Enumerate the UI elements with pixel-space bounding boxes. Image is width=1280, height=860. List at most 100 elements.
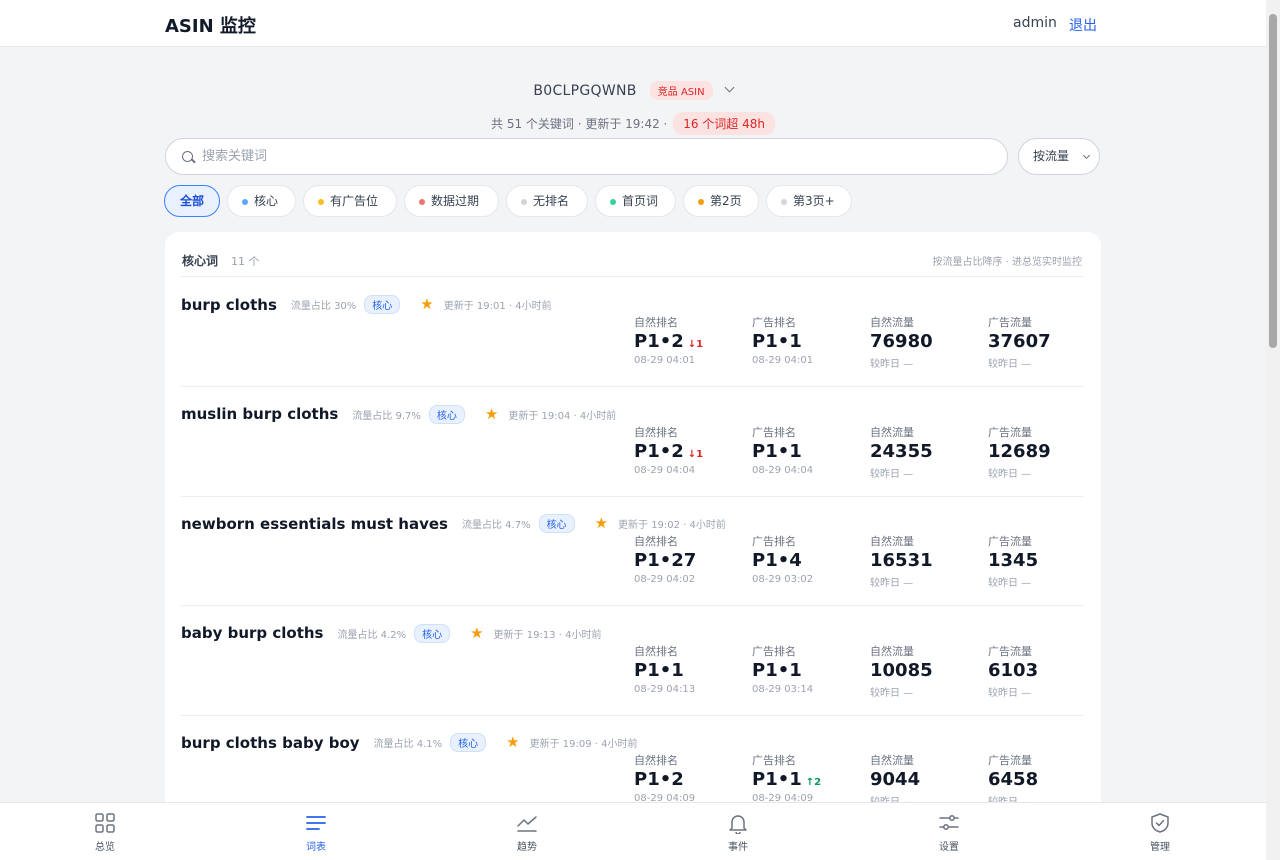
core-tag: 核心: [364, 295, 401, 314]
keyword-title-line: burp cloths 流量占比 30% 核心 ★ 更新于 19:01 · 4小时前: [181, 294, 552, 316]
keyword-name[interactable]: burp cloths: [181, 296, 277, 314]
section-hint: 按流量占比降序 · 进总览实时监控: [932, 257, 1082, 268]
asin-selector[interactable]: B0CLPGQWNB 竞品 ASIN: [0, 80, 1266, 100]
keyword-row[interactable]: newborn essentials must haves 流量占比 4.7% 核心…: [181, 496, 1084, 606]
metric-label: 广告排名: [752, 316, 796, 329]
metric-subtext: 较昨日 —: [870, 468, 914, 480]
keyword-row[interactable]: baby burp cloths 流量占比 4.2% 核心 ★ 更新于 19:13 · …: [181, 606, 1084, 716]
metric-ad-rank: 广告排名 P1•1 08-29 04:04: [752, 424, 862, 476]
metric-value: 12689: [988, 439, 1098, 465]
filter-chip-core[interactable]: 核心: [227, 185, 296, 217]
color-dot-icon: [781, 199, 787, 205]
keyword-name[interactable]: newborn essentials must haves: [181, 515, 448, 533]
nav-overview[interactable]: 总览: [65, 803, 145, 860]
star-icon[interactable]: ★: [595, 516, 608, 531]
filter-chip-all[interactable]: 全部: [164, 185, 220, 217]
filter-chip-page-3-plus[interactable]: 第3页+: [766, 185, 852, 217]
traffic-share: 流量占比 4.7%: [461, 520, 531, 531]
metric-value: P1•1: [752, 439, 862, 465]
natural-traffic-value: 76980: [870, 331, 933, 352]
metric-natural-traffic: 自然流量 10085 较昨日 —: [870, 643, 980, 699]
search-box[interactable]: [165, 138, 1008, 175]
keyword-row[interactable]: muslin burp cloths 流量占比 9.7% 核心 ★ 更新于 19:04 …: [181, 387, 1084, 497]
keyword-card: 核心词 11 个 按流量占比降序 · 进总览实时监控 burp cloths 流量…: [165, 232, 1101, 832]
filter-chip-first-page[interactable]: 首页词: [595, 185, 676, 217]
asin-type-badge: 竞品 ASIN: [649, 81, 713, 100]
metric-natural-traffic: 自然流量9044较昨日 —: [870, 752, 980, 808]
nav-trends[interactable]: 趋势: [487, 803, 567, 860]
chevron-down-icon[interactable]: [724, 82, 735, 93]
core-tag: 核心: [414, 623, 451, 643]
natural-traffic-value: 16531: [870, 550, 933, 571]
color-dot-icon: [419, 199, 425, 205]
filter-chip-page-2[interactable]: 第2页: [683, 185, 759, 217]
metric-subtext: 较昨日 —: [870, 578, 914, 589]
keyword-name[interactable]: baby burp cloths: [181, 624, 324, 642]
metric-ad-traffic: 广告流量 37607 较昨日 —: [988, 314, 1098, 370]
nav-label: 趋势: [517, 842, 537, 853]
filter-chip-unranked[interactable]: 无排名: [506, 185, 588, 217]
metric-label: 自然排名: [634, 535, 678, 548]
metric-value: P1•1: [752, 329, 862, 355]
color-dot-icon: [521, 199, 527, 205]
summary-text: 共 51 个关键词 · 更新于 19:42 ·: [491, 117, 668, 131]
chevron-down-icon: [1082, 151, 1091, 160]
nav-settings[interactable]: 设置: [909, 803, 989, 860]
filter-chip-label: 有广告位: [330, 194, 379, 208]
metric-subtext: 08-29 04:01: [634, 355, 696, 366]
filter-chip-label: 第3页+: [793, 194, 835, 208]
update-time: 更新于 19:01 · 4小时前: [443, 301, 552, 312]
update-time: 更新于 19:13 · 4小时前: [493, 629, 602, 641]
metric-subtext: 较昨日 —: [988, 687, 1032, 699]
sort-dropdown[interactable]: 按流量: [1018, 138, 1100, 175]
traffic-share: 流量占比 4.2%: [337, 629, 407, 641]
summary-line: 共 51 个关键词 · 更新于 19:42 · 16 个词超 48h: [0, 112, 1266, 135]
section-title: 核心词: [182, 254, 219, 268]
star-icon[interactable]: ★: [420, 297, 433, 312]
core-tag: 核心: [428, 404, 465, 424]
overdue-badge[interactable]: 16 个词超 48h: [673, 112, 775, 135]
search-input[interactable]: [202, 139, 992, 174]
metric-natural-traffic: 自然流量 16531 较昨日 —: [870, 533, 980, 589]
page-scrollbar[interactable]: [1266, 0, 1280, 860]
color-dot-icon: [318, 199, 324, 205]
metric-value: 24355: [870, 439, 980, 465]
metric-ad-rank: 广告排名 P1•1 08-29 03:14: [752, 643, 862, 695]
nav-events[interactable]: 事件: [698, 803, 778, 860]
metric-value: P1•1: [752, 658, 862, 684]
metric-subtext: 较昨日 —: [870, 687, 914, 699]
keyword-row[interactable]: burp cloths 流量占比 30% 核心 ★ 更新于 19:01 · 4小时前 自然…: [181, 277, 1084, 387]
metric-label: 广告排名: [752, 754, 796, 767]
shield-icon: [1151, 813, 1169, 833]
nav-admin[interactable]: 管理: [1120, 803, 1200, 860]
nav-keywords[interactable]: 词表: [276, 803, 356, 860]
star-icon[interactable]: ★: [506, 735, 519, 750]
nav-label: 设置: [939, 842, 959, 853]
metric-natural-rank: 自然排名 P1•2 ↓1 08-29 04:04: [634, 424, 744, 476]
keyword-name[interactable]: burp cloths baby boy: [181, 734, 360, 752]
filter-chip-stale[interactable]: 数据过期: [404, 185, 499, 217]
asin-code[interactable]: B0CLPGQWNB: [533, 83, 636, 99]
metric-value: 6103: [988, 658, 1098, 684]
natural-rank-value: P1•2: [634, 769, 684, 790]
ad-rank-value: P1•4: [752, 550, 802, 571]
logout-link[interactable]: 退出: [1069, 15, 1097, 35]
scrollbar-thumb[interactable]: [1269, 14, 1277, 348]
filter-chip-has-ad[interactable]: 有广告位: [303, 185, 397, 217]
sliders-icon: [939, 815, 959, 830]
metric-value: 1345: [988, 548, 1098, 574]
star-icon[interactable]: ★: [470, 625, 483, 641]
metric-value: P1•1: [634, 658, 744, 684]
natural-rank-value: P1•1: [634, 659, 684, 681]
metric-value: 6458: [988, 767, 1098, 793]
metric-value: P1•2 ↓1: [634, 439, 744, 465]
star-icon[interactable]: ★: [485, 406, 498, 422]
metric-subtext: 08-29 04:01: [752, 355, 814, 366]
metric-subtext: 08-29 04:13: [634, 683, 696, 695]
metric-subtext: 08-29 04:02: [634, 574, 696, 585]
metric-value: 9044: [870, 767, 980, 793]
metric-value: 10085: [870, 658, 980, 684]
metric-value: P1•2: [634, 767, 744, 793]
nav-label: 管理: [1150, 842, 1170, 853]
keyword-name[interactable]: muslin burp cloths: [181, 405, 338, 423]
